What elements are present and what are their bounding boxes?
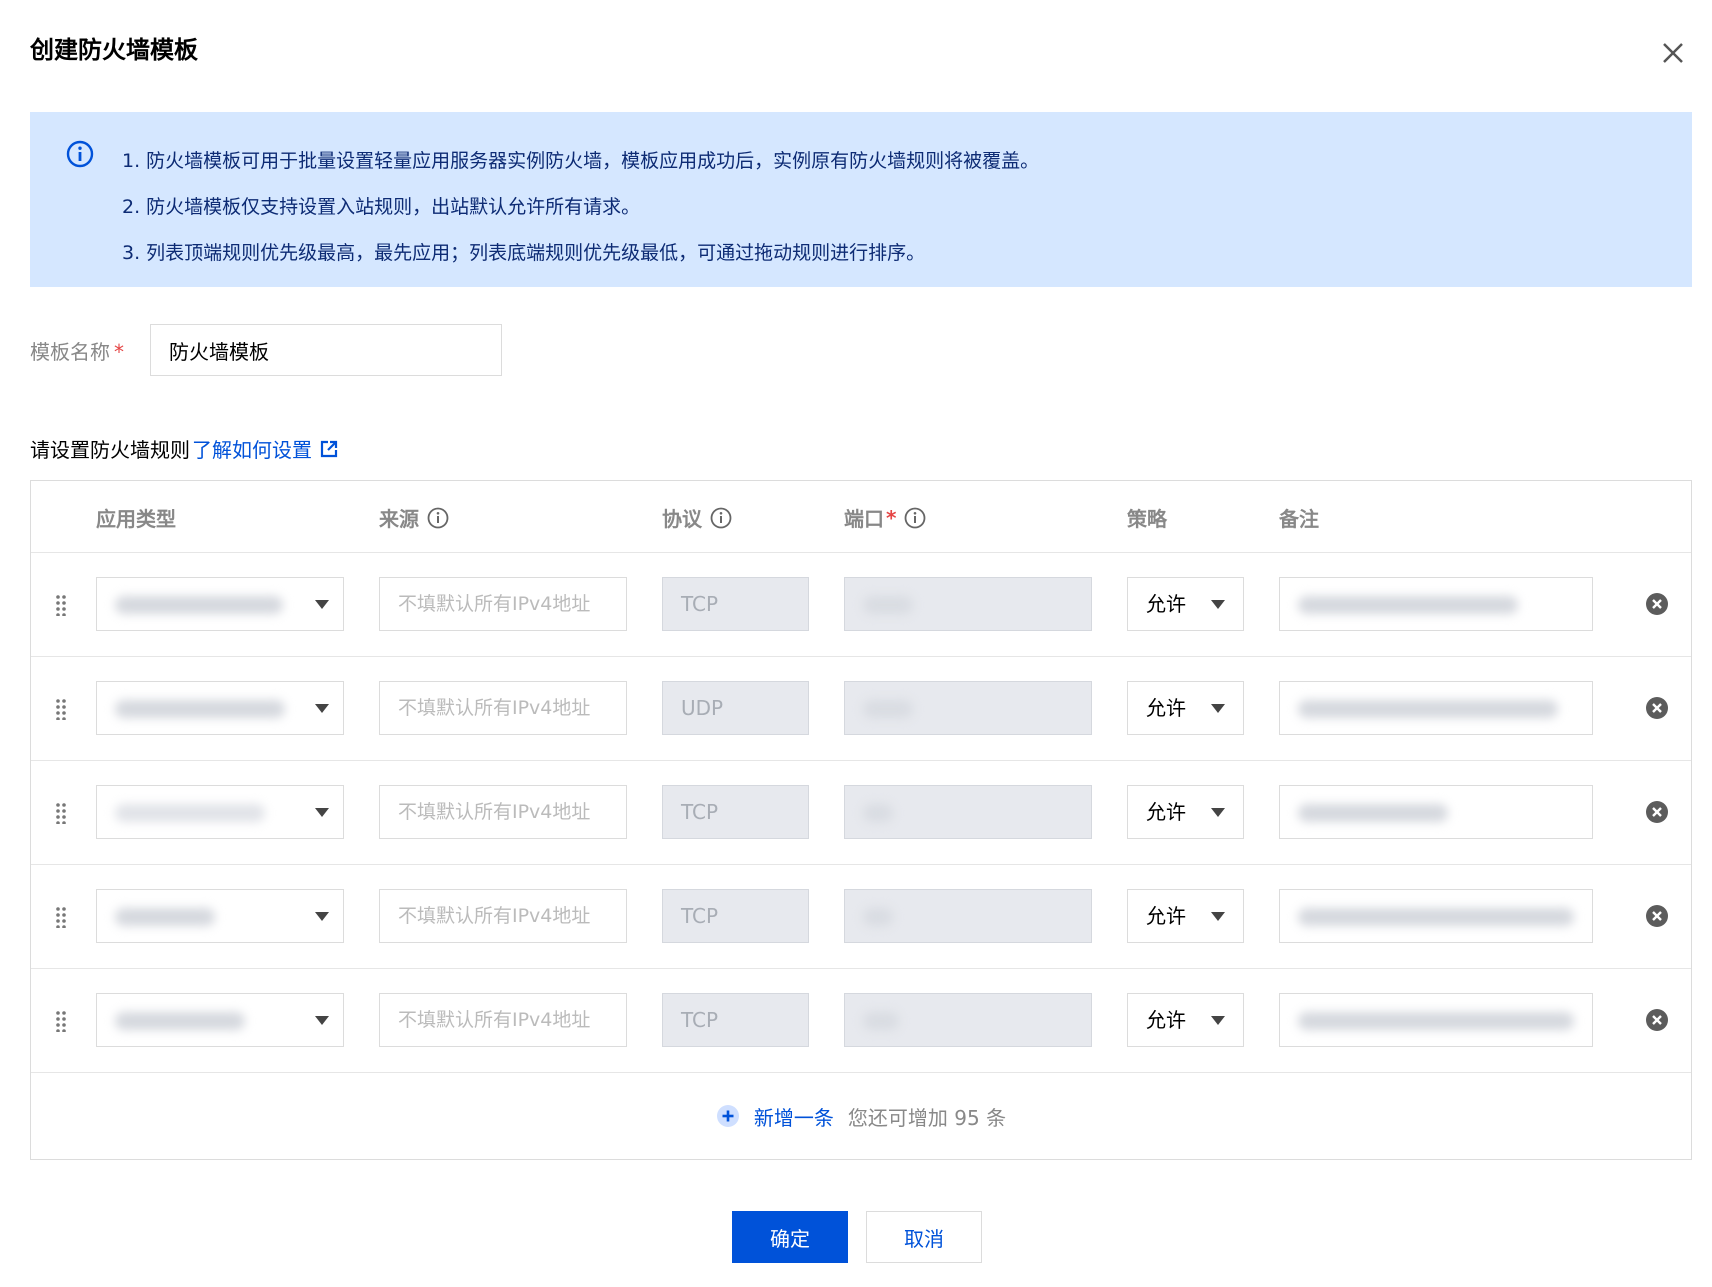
- notice-line: 1. 防火墙模板可用于批量设置轻量应用服务器实例防火墙，模板应用成功后，实例原有…: [122, 150, 1040, 172]
- protocol-field: TCP: [662, 785, 809, 839]
- add-rule-button[interactable]: 新增一条: [716, 1102, 834, 1131]
- header-protocol: 协议: [662, 503, 732, 532]
- chevron-down-icon: [1211, 1016, 1225, 1025]
- confirm-button[interactable]: 确定: [732, 1211, 848, 1263]
- source-input[interactable]: [379, 993, 627, 1047]
- source-input[interactable]: [379, 889, 627, 943]
- chevron-down-icon: [315, 1016, 329, 1025]
- notice-line: 2. 防火墙模板仅支持设置入站规则，出站默认允许所有请求。: [122, 196, 641, 218]
- source-input[interactable]: [379, 577, 627, 631]
- app-type-select[interactable]: [96, 993, 344, 1047]
- source-input[interactable]: [379, 785, 627, 839]
- remark-input[interactable]: [1279, 889, 1593, 943]
- policy-select[interactable]: 允许: [1127, 993, 1244, 1047]
- table-row: UDP 允许: [31, 656, 1691, 761]
- policy-select[interactable]: 允许: [1127, 889, 1244, 943]
- external-link-icon: [320, 440, 338, 457]
- chevron-down-icon: [315, 600, 329, 609]
- remark-input[interactable]: [1279, 993, 1593, 1047]
- policy-select[interactable]: 允许: [1127, 577, 1244, 631]
- chevron-down-icon: [1211, 808, 1225, 817]
- info-icon[interactable]: [710, 507, 732, 529]
- app-type-select[interactable]: [96, 681, 344, 735]
- rules-prompt: 请设置防火墙规则 了解如何设置: [30, 434, 338, 463]
- remove-row-icon[interactable]: [1645, 696, 1669, 720]
- header-port: 端口 *: [844, 503, 926, 532]
- protocol-field: TCP: [662, 993, 809, 1047]
- firewall-rules-table: 应用类型 来源 协议 端口* 策略 备注 TCP 允许: [30, 480, 1692, 1160]
- app-type-select[interactable]: [96, 889, 344, 943]
- policy-select[interactable]: 允许: [1127, 785, 1244, 839]
- chevron-down-icon: [315, 704, 329, 713]
- remove-row-icon[interactable]: [1645, 800, 1669, 824]
- policy-select[interactable]: 允许: [1127, 681, 1244, 735]
- port-field: [844, 889, 1092, 943]
- template-name-label: 模板名称 *: [30, 340, 124, 364]
- header-source: 来源: [379, 503, 449, 532]
- remove-row-icon[interactable]: [1645, 1008, 1669, 1032]
- app-type-select[interactable]: [96, 785, 344, 839]
- notice-banner: 1. 防火墙模板可用于批量设置轻量应用服务器实例防火墙，模板应用成功后，实例原有…: [30, 112, 1692, 287]
- port-field: [844, 785, 1092, 839]
- table-row: TCP 允许: [31, 760, 1691, 865]
- dialog-title: 创建防火墙模板: [30, 36, 198, 64]
- table-row: TCP 允许: [31, 864, 1691, 969]
- table-row: TCP 允许: [31, 552, 1691, 657]
- close-icon[interactable]: [1658, 38, 1688, 68]
- port-field: [844, 577, 1092, 631]
- remove-row-icon[interactable]: [1645, 592, 1669, 616]
- required-mark: *: [886, 505, 897, 530]
- template-name-input[interactable]: [150, 324, 502, 376]
- chevron-down-icon: [315, 912, 329, 921]
- add-rule-row: 新增一条 您还可增加 95 条: [31, 1072, 1691, 1160]
- remark-input[interactable]: [1279, 577, 1593, 631]
- drag-handle-icon[interactable]: [55, 906, 67, 928]
- chevron-down-icon: [1211, 600, 1225, 609]
- protocol-field: UDP: [662, 681, 809, 735]
- add-rule-label: 新增一条: [753, 1105, 834, 1130]
- drag-handle-icon[interactable]: [55, 802, 67, 824]
- table-header: 应用类型 来源 协议 端口 * 策略 备注: [31, 481, 1691, 553]
- help-link[interactable]: 了解如何设置: [192, 434, 338, 463]
- required-mark: *: [114, 340, 124, 364]
- header-policy: 策略: [1127, 507, 1167, 531]
- remark-input[interactable]: [1279, 785, 1593, 839]
- table-row: TCP 允许: [31, 968, 1691, 1073]
- help-link-text: 了解如何设置: [192, 438, 312, 462]
- chevron-down-icon: [315, 808, 329, 817]
- create-firewall-template-dialog: 创建防火墙模板 1. 防火墙模板可用于批量设置轻量应用服务器实例防火墙，模板应用…: [0, 0, 1712, 1287]
- remark-input[interactable]: [1279, 681, 1593, 735]
- drag-handle-icon[interactable]: [55, 698, 67, 720]
- port-field: [844, 993, 1092, 1047]
- header-remark: 备注: [1279, 507, 1319, 531]
- plus-icon: [716, 1105, 739, 1127]
- drag-handle-icon[interactable]: [55, 1010, 67, 1032]
- chevron-down-icon: [1211, 912, 1225, 921]
- info-icon[interactable]: [904, 507, 926, 529]
- rules-prompt-text: 请设置防火墙规则: [30, 438, 190, 462]
- cancel-button[interactable]: 取消: [866, 1211, 982, 1263]
- info-icon: [66, 140, 94, 168]
- drag-handle-icon[interactable]: [55, 594, 67, 616]
- header-app-type: 应用类型: [96, 507, 176, 531]
- notice-line: 3. 列表顶端规则优先级最高，最先应用；列表底端规则优先级最低，可通过拖动规则进…: [122, 242, 926, 264]
- remove-row-icon[interactable]: [1645, 904, 1669, 928]
- port-field: [844, 681, 1092, 735]
- app-type-select[interactable]: [96, 577, 344, 631]
- notice-list: 1. 防火墙模板可用于批量设置轻量应用服务器实例防火墙，模板应用成功后，实例原有…: [122, 138, 1039, 276]
- protocol-field: TCP: [662, 577, 809, 631]
- info-icon[interactable]: [427, 507, 449, 529]
- protocol-field: TCP: [662, 889, 809, 943]
- add-rule-hint: 您还可增加 95 条: [847, 1105, 1007, 1130]
- source-input[interactable]: [379, 681, 627, 735]
- chevron-down-icon: [1211, 704, 1225, 713]
